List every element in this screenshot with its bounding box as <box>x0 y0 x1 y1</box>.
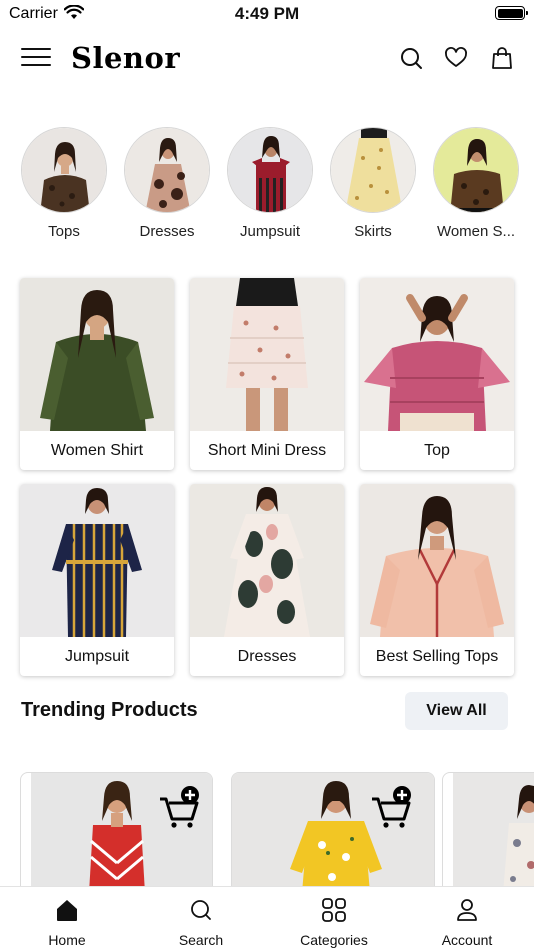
account-icon <box>457 899 477 921</box>
category-image <box>227 127 313 213</box>
category-label: Tops <box>48 223 80 240</box>
tab-label: Search <box>178 932 224 948</box>
category-item[interactable]: Jumpsuit <box>226 127 314 240</box>
add-to-cart-icon[interactable] <box>158 785 202 829</box>
grid-tile-dresses[interactable]: Dresses <box>190 484 344 676</box>
tile-label: Short Mini Dress <box>207 442 327 459</box>
status-bar: Carrier 4:49 PM <box>0 0 534 30</box>
category-image <box>124 127 210 213</box>
category-label: Jumpsuit <box>239 223 301 240</box>
tile-image <box>360 484 514 637</box>
brand-logo: Slenor <box>71 41 181 75</box>
category-item[interactable]: Women S... <box>432 127 520 240</box>
product-image <box>453 773 534 891</box>
grid-tile-short-mini-dress[interactable]: Short Mini Dress <box>190 278 344 470</box>
tab-label: Account <box>441 932 493 948</box>
tab-search[interactable]: Search <box>134 887 268 950</box>
search-icon <box>191 900 211 920</box>
product-card[interactable] <box>231 772 435 892</box>
category-image <box>433 127 519 213</box>
tab-home[interactable]: Home <box>0 887 134 950</box>
battery-icon <box>495 6 528 20</box>
category-label: Dresses <box>139 223 195 240</box>
clock: 4:49 PM <box>234 4 300 23</box>
home-icon <box>57 900 77 921</box>
heart-icon[interactable] <box>444 46 468 70</box>
tile-image <box>20 484 174 637</box>
tile-label: Best Selling Tops <box>375 648 499 665</box>
category-image <box>21 127 107 213</box>
grid-tile-top[interactable]: Top <box>360 278 514 470</box>
tile-image <box>190 484 344 637</box>
app-header: Slenor <box>0 38 534 78</box>
view-all-button[interactable]: View All <box>405 692 508 730</box>
category-item[interactable]: Skirts <box>329 127 417 240</box>
category-item[interactable]: Tops <box>20 127 108 240</box>
category-item[interactable]: Dresses <box>123 127 211 240</box>
tile-image <box>20 278 174 431</box>
tile-label: Top <box>424 442 450 459</box>
tile-image <box>360 278 514 431</box>
grid-tile-women-shirt[interactable]: Women Shirt <box>20 278 174 470</box>
grid-tile-jumpsuit[interactable]: Jumpsuit <box>20 484 174 676</box>
tab-bar: Home Search Categories Account <box>0 886 534 950</box>
tab-categories[interactable]: Categories <box>267 887 401 950</box>
product-card[interactable] <box>442 772 534 892</box>
category-label: Skirts <box>354 223 392 240</box>
categories-icon <box>322 898 346 922</box>
menu-icon[interactable] <box>21 48 51 68</box>
tab-label: Home <box>48 932 86 948</box>
bag-icon[interactable] <box>490 46 514 70</box>
section-title: Trending Products <box>21 699 198 721</box>
category-image <box>330 127 416 213</box>
tab-label: Categories <box>300 932 368 948</box>
category-row: Tops Dresses Jumpsuit Skirts Women S... <box>0 127 534 247</box>
product-card[interactable] <box>20 772 213 892</box>
tile-label: Jumpsuit <box>64 648 130 665</box>
add-to-cart-icon[interactable] <box>370 785 414 829</box>
tile-label: Dresses <box>237 648 297 665</box>
tab-account[interactable]: Account <box>400 887 534 950</box>
search-icon[interactable] <box>399 46 423 70</box>
tile-image <box>190 278 344 431</box>
tile-label: Women Shirt <box>50 442 144 459</box>
category-label: Women S... <box>436 223 516 240</box>
grid-tile-best-selling-tops[interactable]: Best Selling Tops <box>360 484 514 676</box>
